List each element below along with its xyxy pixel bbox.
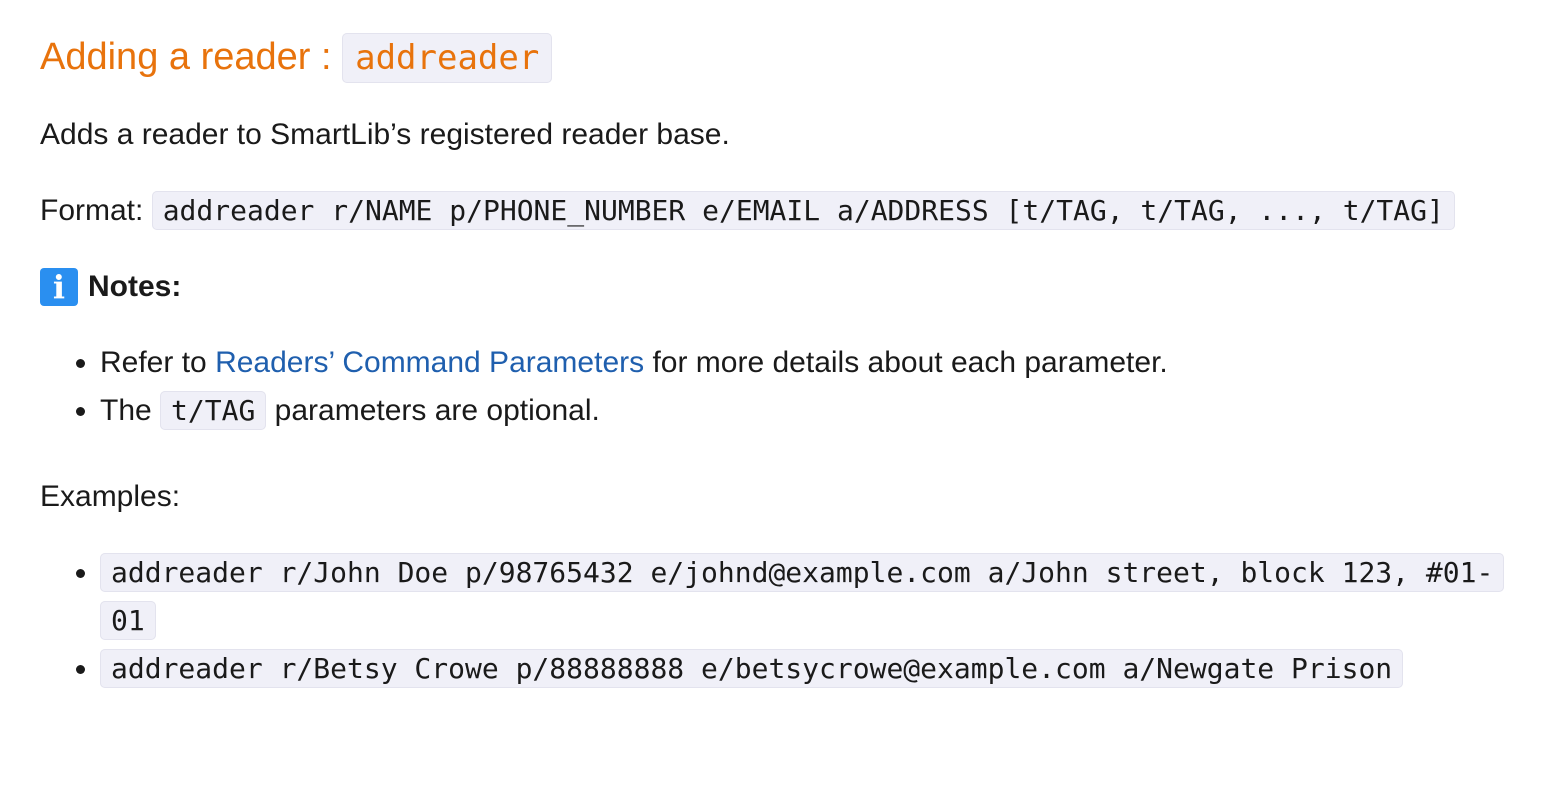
list-item: addreader r/Betsy Crowe p/88888888 e/bet… [100,645,1504,693]
section-heading-text: Adding a reader : [40,36,343,78]
note-text: for more details about each parameter. [644,346,1168,379]
note-text: parameters are optional. [266,394,600,427]
format-command: addreader r/NAME p/PHONE_NUMBER e/EMAIL … [151,191,1455,230]
notes-title: Notes: [88,270,182,303]
notes-list: Refer to Readers’ Command Parameters for… [40,339,1504,435]
format-label: Format: [40,194,152,227]
example-command: addreader r/Betsy Crowe p/88888888 e/bet… [100,649,1404,688]
examples-list: addreader r/John Doe p/98765432 e/johnd@… [40,549,1505,693]
list-item: The t/TAG parameters are optional. [100,387,1504,435]
tag-parameter-code: t/TAG [160,391,267,430]
examples-heading: Examples: [40,480,181,513]
document-page: Adding a reader : addreader Adds a reade… [0,0,1544,693]
section-heading-command: addreader [342,33,553,83]
list-item: addreader r/John Doe p/98765432 e/johnd@… [100,549,1505,645]
readers-command-parameters-link[interactable]: Readers’ Command Parameters [215,346,644,379]
list-item: Refer to Readers’ Command Parameters for… [100,339,1504,387]
notes-heading: i Notes: [40,263,1504,311]
command-description: Adds a reader to SmartLib’s registered r… [40,118,730,151]
note-text: The [100,394,161,427]
command-format: Format: addreader r/NAME p/PHONE_NUMBER … [40,187,1504,235]
section-heading: Adding a reader : addreader [40,28,1504,87]
note-text: Refer to [100,346,216,379]
information-icon: i [40,268,78,306]
example-command: addreader r/John Doe p/98765432 e/johnd@… [100,553,1505,640]
